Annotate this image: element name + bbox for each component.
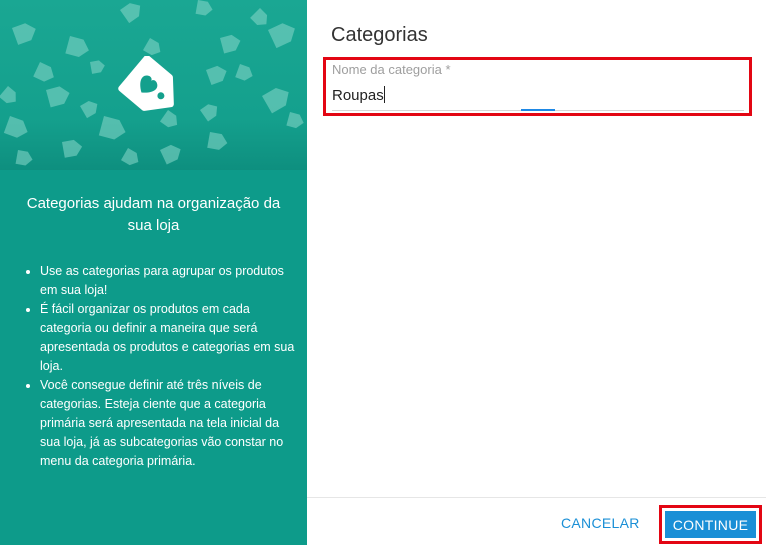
banner-illustration	[0, 0, 307, 170]
page-title: Categorias	[331, 24, 428, 46]
tip-item: É fácil organizar os produtos em cada ca…	[40, 300, 302, 376]
continue-button-highlight: CONTINUE	[659, 505, 762, 544]
category-name-field: Nome da categoria *	[323, 57, 752, 116]
cancel-button[interactable]: CANCELAR	[555, 509, 639, 537]
text-caret	[384, 86, 385, 103]
tip-item: Use as categorias para agrupar os produt…	[40, 262, 302, 300]
tip-item: Você consegue definir até três níveis de…	[40, 376, 302, 471]
continue-button[interactable]: CONTINUE	[665, 511, 756, 538]
field-focus-indicator	[521, 109, 555, 111]
category-name-label: Nome da categoria *	[332, 62, 451, 77]
sidebar-headline: Categorias ajudam na organização da sua …	[26, 195, 281, 234]
main-panel: Categorias Nome da categoria * CANCELAR …	[307, 0, 766, 545]
category-name-input[interactable]	[332, 84, 744, 106]
info-sidebar: Categorias ajudam na organização da sua …	[0, 0, 307, 545]
footer-divider	[307, 497, 766, 498]
sidebar-tips-list: Use as categorias para agrupar os produt…	[22, 262, 302, 471]
price-tag-heart-icon	[118, 56, 174, 111]
